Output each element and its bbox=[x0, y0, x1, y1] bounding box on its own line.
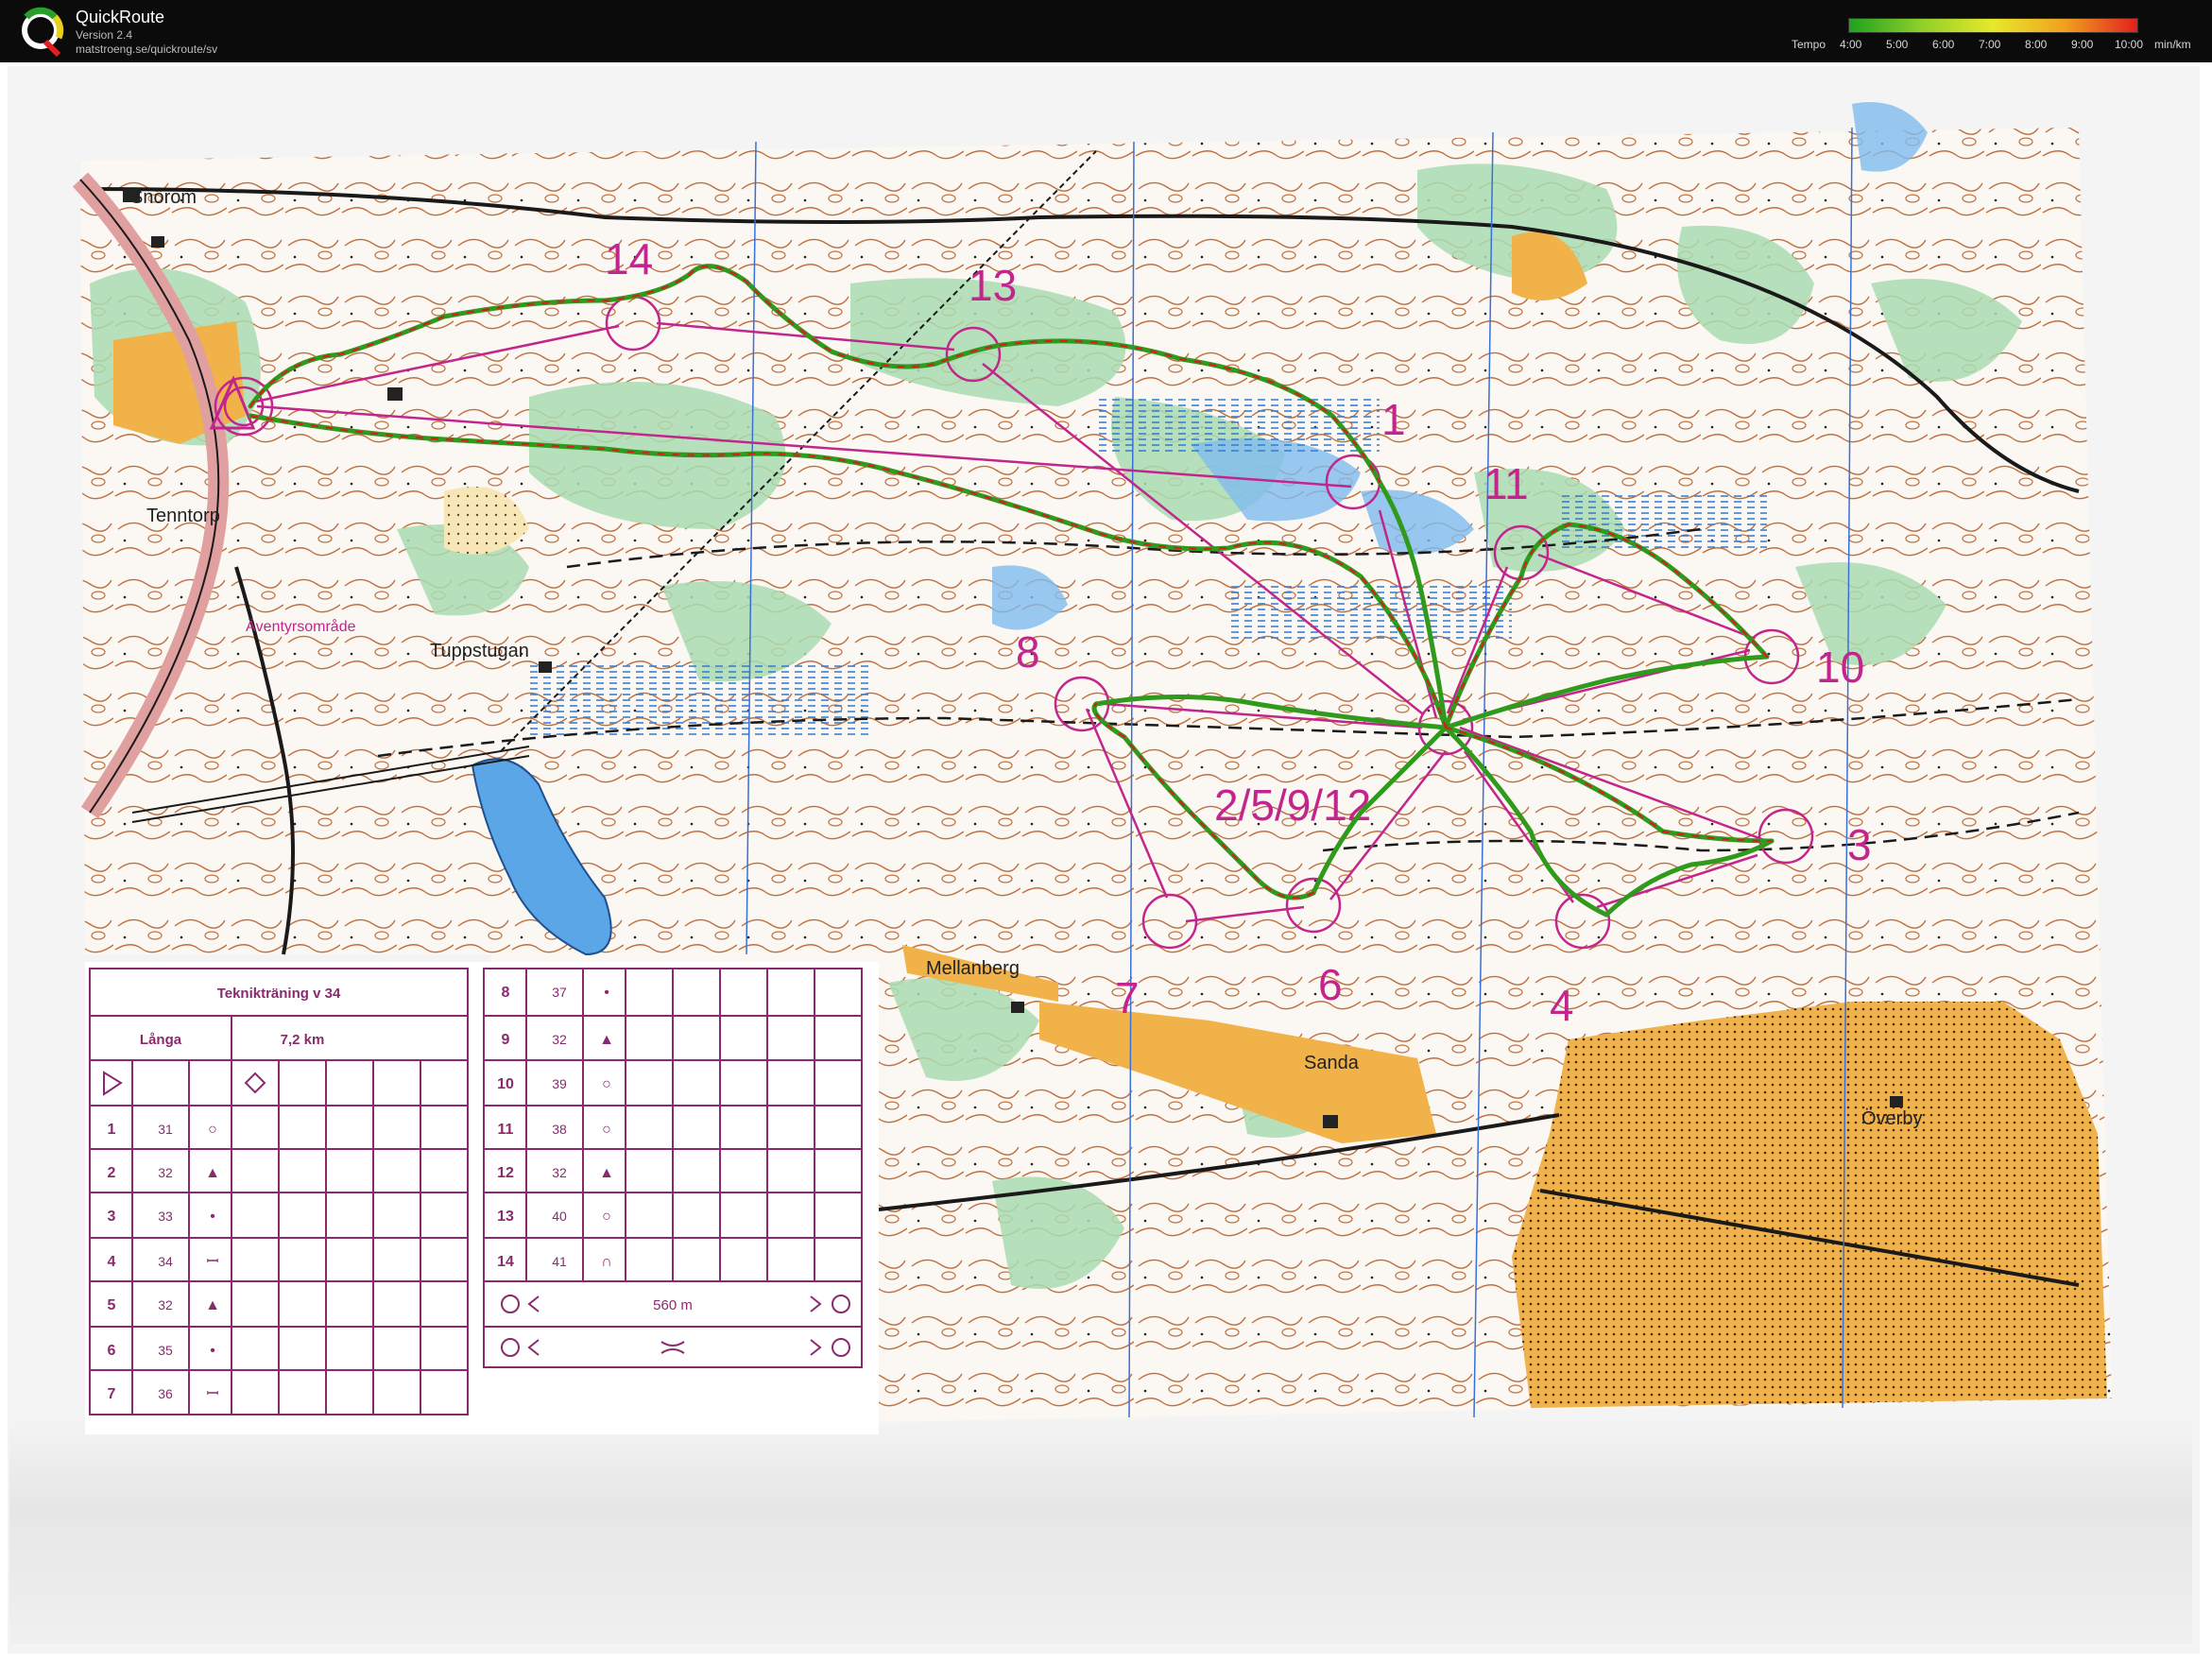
control-number: 14 bbox=[605, 234, 653, 283]
description-control-number: 5 bbox=[108, 1297, 116, 1313]
description-control-code: 31 bbox=[158, 1122, 173, 1137]
place-label: Tuppstugan bbox=[430, 641, 529, 661]
place-label: Överby bbox=[1861, 1108, 1922, 1129]
place-label: Äventyrsområde bbox=[246, 618, 356, 635]
description-feature-symbol: ▲ bbox=[599, 1032, 614, 1048]
control-number: 2/5/9/12 bbox=[1214, 781, 1371, 830]
description-feature-symbol: ▲ bbox=[205, 1165, 220, 1181]
description-control-code: 32 bbox=[158, 1165, 173, 1180]
description-feature-symbol: • bbox=[210, 1343, 215, 1359]
control-number: 6 bbox=[1318, 960, 1343, 1009]
sheet-title: Teknikträning v 34 bbox=[217, 986, 341, 1002]
description-control-code: 32 bbox=[158, 1297, 173, 1312]
description-feature-symbol: ○ bbox=[602, 1076, 611, 1092]
description-feature-symbol: ○ bbox=[208, 1122, 217, 1138]
description-control-code: 37 bbox=[552, 985, 567, 1000]
description-control-number: 6 bbox=[108, 1343, 116, 1359]
place-label: Snörom bbox=[130, 187, 197, 208]
control-number: 11 bbox=[1483, 459, 1529, 508]
description-control-number: 7 bbox=[108, 1386, 116, 1402]
description-control-number: 4 bbox=[108, 1254, 116, 1270]
control-number: 1 bbox=[1381, 395, 1406, 444]
control-number: 3 bbox=[1847, 820, 1872, 869]
place-label: Sanda bbox=[1304, 1053, 1360, 1073]
finish-distance: 560 m bbox=[653, 1297, 693, 1313]
description-control-number: 13 bbox=[497, 1209, 514, 1225]
description-feature-symbol: ▲ bbox=[599, 1165, 614, 1181]
description-control-code: 33 bbox=[158, 1209, 173, 1224]
description-control-code: 32 bbox=[552, 1032, 567, 1047]
description-control-code: 41 bbox=[552, 1254, 567, 1269]
description-feature-symbol: • bbox=[210, 1209, 215, 1225]
place-label: Mellanberg bbox=[926, 958, 1020, 979]
description-feature-symbol: ▲ bbox=[205, 1297, 220, 1313]
control-number: 7 bbox=[1115, 973, 1140, 1022]
orienteering-map[interactable]: Snörom Tenntorp Tuppstugan Äventyrsområd… bbox=[0, 0, 2212, 1664]
description-control-number: 12 bbox=[497, 1165, 514, 1181]
description-control-number: 8 bbox=[502, 985, 510, 1001]
description-control-number: 1 bbox=[108, 1122, 116, 1138]
description-control-number: 14 bbox=[497, 1254, 514, 1270]
control-description-sheet: Teknikträning v 34 Långa 7,2 km 560 m 13… bbox=[85, 962, 879, 1434]
description-control-number: 2 bbox=[108, 1165, 116, 1181]
control-number: 4 bbox=[1550, 981, 1574, 1030]
sheet-length: 7,2 km bbox=[281, 1032, 325, 1048]
description-control-code: 32 bbox=[552, 1165, 567, 1180]
description-control-number: 3 bbox=[108, 1209, 116, 1225]
description-feature-symbol: ○ bbox=[602, 1122, 611, 1138]
description-feature-symbol: ∩ bbox=[601, 1254, 612, 1270]
description-control-code: 36 bbox=[158, 1386, 173, 1401]
description-feature-symbol: • bbox=[604, 985, 609, 1001]
description-control-code: 40 bbox=[552, 1209, 567, 1224]
description-control-code: 34 bbox=[158, 1254, 173, 1269]
place-label: Tenntorp bbox=[146, 506, 220, 526]
description-control-number: 11 bbox=[498, 1122, 514, 1138]
description-control-code: 39 bbox=[552, 1076, 567, 1091]
control-number: 10 bbox=[1816, 643, 1864, 692]
control-number: 8 bbox=[1016, 627, 1040, 677]
description-feature-symbol: ꟷ bbox=[206, 1386, 218, 1402]
sheet-class: Långa bbox=[140, 1032, 182, 1048]
overby-field bbox=[1512, 1002, 2107, 1408]
description-control-number: 10 bbox=[497, 1076, 514, 1092]
description-control-code: 38 bbox=[552, 1122, 567, 1137]
description-control-number: 9 bbox=[502, 1032, 510, 1048]
description-feature-symbol: ○ bbox=[602, 1209, 611, 1225]
description-control-code: 35 bbox=[158, 1343, 173, 1358]
description-feature-symbol: ꟷ bbox=[206, 1254, 218, 1270]
control-number: 13 bbox=[969, 261, 1017, 310]
